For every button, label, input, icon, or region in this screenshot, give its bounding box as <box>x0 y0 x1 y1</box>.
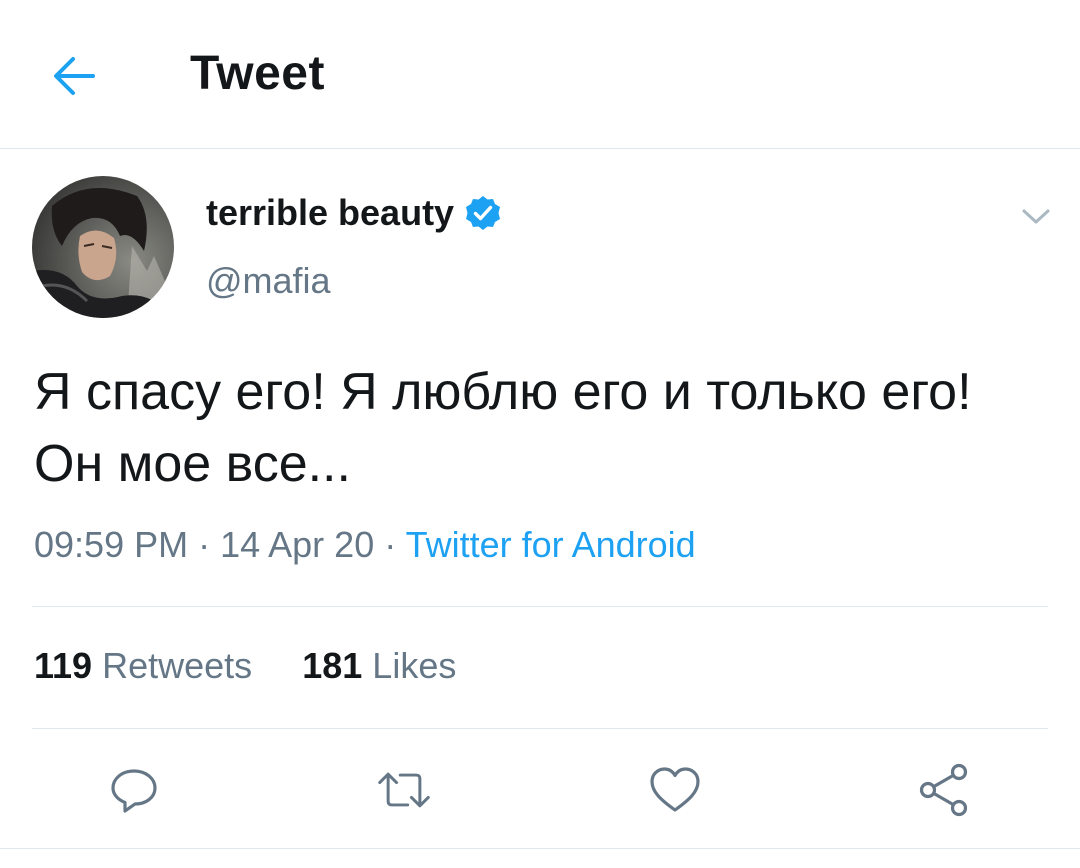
author-name: terrible beauty <box>206 192 455 233</box>
back-button[interactable] <box>48 50 100 102</box>
divider <box>0 848 1080 849</box>
tweet-menu-button[interactable] <box>1018 198 1054 234</box>
retweets-count: 119 <box>34 645 93 686</box>
share-button[interactable] <box>916 762 972 818</box>
retweets-stat[interactable]: 119 Retweets <box>34 645 252 686</box>
arrow-left-icon <box>54 57 95 95</box>
likes-count: 181 <box>302 645 363 686</box>
like-button[interactable] <box>647 762 703 818</box>
tweet-source-link[interactable]: Twitter for Android <box>406 524 696 565</box>
divider <box>32 728 1048 729</box>
tweet-time: 09:59 PM <box>34 524 189 565</box>
meta-separator: · <box>188 524 221 565</box>
author-handle[interactable]: @mafia <box>206 260 331 302</box>
tweet-meta: 09:59 PM · 14 Apr 20 · Twitter for Andro… <box>34 524 696 566</box>
reply-icon <box>111 769 157 813</box>
chevron-down-icon <box>1022 209 1050 224</box>
like-icon <box>650 767 700 812</box>
tweet-stats: 119 Retweets 181 Likes <box>34 645 456 687</box>
likes-label: Likes <box>372 645 457 686</box>
retweet-icon <box>378 772 430 808</box>
share-icon <box>919 763 968 817</box>
reply-button[interactable] <box>106 762 162 818</box>
tweet-date: 14 Apr 20 <box>220 524 375 565</box>
avatar[interactable] <box>32 176 174 318</box>
page-title: Tweet <box>190 47 325 100</box>
retweet-button[interactable] <box>376 762 432 818</box>
divider <box>32 606 1048 607</box>
tweet-text: Я спасу его! Я люблю его и только его! О… <box>34 363 972 493</box>
top-bar: Tweet <box>0 0 1080 149</box>
author-name-row[interactable]: terrible beauty <box>206 192 502 234</box>
verified-badge-icon <box>466 196 501 230</box>
likes-stat[interactable]: 181 Likes <box>302 645 456 686</box>
meta-separator: · <box>374 524 406 565</box>
retweets-label: Retweets <box>102 645 253 686</box>
